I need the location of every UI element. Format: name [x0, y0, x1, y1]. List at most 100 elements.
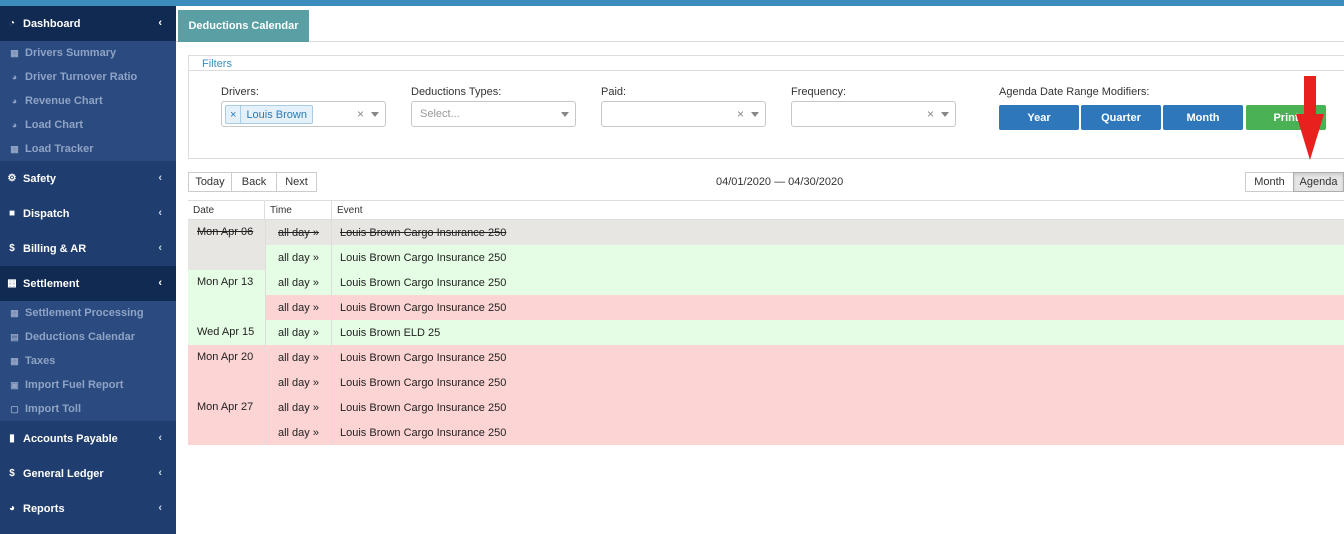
- sidebar-item-load-chart[interactable]: ◕ Load Chart: [0, 113, 176, 137]
- red-arrow-annotation: [1296, 76, 1324, 160]
- sidebar-item-label: Revenue Chart: [25, 95, 103, 107]
- agenda-row[interactable]: all day » Louis Brown Cargo Insurance 25…: [265, 270, 1344, 295]
- sidebar-item-label: General Ledger: [23, 467, 104, 480]
- sidebar-item-settlement-processing[interactable]: ▦ Settlement Processing: [0, 301, 176, 325]
- pie-chart-icon: ◕: [8, 503, 16, 514]
- pie-chart-icon: ◕: [11, 120, 18, 130]
- chevron-down-icon[interactable]: [751, 112, 759, 117]
- agenda-row[interactable]: all day » Louis Brown Cargo Insurance 25…: [265, 370, 1344, 395]
- chevron-down-icon[interactable]: [941, 112, 949, 117]
- chevron-left-icon: ‹: [158, 172, 162, 184]
- date-cell: Mon Apr 13: [188, 270, 265, 295]
- chevron-left-icon: ‹: [158, 277, 162, 289]
- date-range-label: 04/01/2020 — 04/30/2020: [716, 176, 844, 188]
- calculator-icon: ▦: [7, 278, 17, 289]
- event-time: all day »: [265, 245, 332, 270]
- agenda-view-button[interactable]: Agenda: [1293, 172, 1344, 192]
- sidebar-item-dashboard[interactable]: ◔ Dashboard ‹: [0, 6, 176, 41]
- chevron-left-icon: ‹: [158, 467, 162, 479]
- sidebar-item-taxes[interactable]: ▦ Taxes: [0, 349, 176, 373]
- sidebar-item-reports[interactable]: ◕ Reports ‹: [0, 491, 176, 526]
- chevron-left-icon: ‹: [158, 502, 162, 514]
- sidebar-item-label: Import Toll: [25, 403, 82, 415]
- event-time: all day »: [265, 395, 332, 420]
- chevron-down-icon[interactable]: [561, 112, 569, 117]
- sidebar-item-label: Deductions Calendar: [25, 331, 136, 343]
- sidebar-item-accounts-payable[interactable]: ▮ Accounts Payable ‹: [0, 421, 176, 456]
- month-button[interactable]: Month: [1163, 105, 1243, 130]
- sidebar-item-label: Taxes: [25, 355, 56, 367]
- frequency-select[interactable]: ×: [791, 101, 956, 127]
- calendar-icon: ▤: [10, 331, 19, 342]
- date-cell: Wed Apr 15: [188, 320, 265, 345]
- frequency-label: Frequency:: [791, 86, 847, 98]
- event-time: all day »: [265, 320, 332, 345]
- agenda-row[interactable]: all day » Louis Brown Cargo Insurance 25…: [265, 345, 1344, 370]
- sidebar-item-revenue-chart[interactable]: ◕ Revenue Chart: [0, 89, 176, 113]
- event-time: all day »: [265, 270, 332, 295]
- event-title: Louis Brown Cargo Insurance 250: [340, 301, 507, 314]
- back-button[interactable]: Back: [231, 172, 277, 192]
- clear-icon[interactable]: ×: [737, 107, 744, 121]
- event-time: all day »: [265, 345, 332, 370]
- sidebar-item-dispatch[interactable]: ■ Dispatch ‹: [0, 196, 176, 231]
- filters-panel: Filters Drivers: × Louis Brown × Deducti…: [188, 55, 1344, 159]
- sidebar-item-import-toll[interactable]: ▢ Import Toll: [0, 397, 176, 421]
- clear-icon[interactable]: ×: [927, 107, 934, 121]
- event-title: Louis Brown Cargo Insurance 250: [340, 251, 507, 264]
- month-view-button[interactable]: Month: [1245, 172, 1294, 192]
- table-icon: ▦: [10, 307, 19, 318]
- deduction-types-placeholder: Select...: [420, 108, 460, 120]
- sidebar-item-settlement[interactable]: ▦ Settlement ‹: [0, 266, 176, 301]
- agenda-row[interactable]: all day » Louis Brown Cargo Insurance 25…: [265, 395, 1344, 420]
- year-button[interactable]: Year: [999, 105, 1079, 130]
- agenda-row[interactable]: all day » Louis Brown Cargo Insurance 25…: [265, 420, 1344, 445]
- agenda-row[interactable]: all day » Louis Brown Cargo Insurance 25…: [265, 245, 1344, 270]
- sidebar-item-label: Billing & AR: [23, 242, 87, 255]
- table-icon: ▦: [10, 355, 19, 366]
- sidebar-item-label: Accounts Payable: [23, 432, 118, 445]
- agenda-table: Date Time Event Mon Apr 06 Mon Apr 13 We…: [188, 200, 1344, 445]
- driver-chip: × Louis Brown: [225, 105, 313, 124]
- event-title: Louis Brown Cargo Insurance 250: [340, 376, 507, 389]
- sidebar-item-drivers-summary[interactable]: ▦ Drivers Summary: [0, 41, 176, 65]
- sidebar-item-label: Load Chart: [25, 119, 84, 131]
- chevron-left-icon: ‹: [158, 17, 162, 29]
- event-title: Louis Brown Cargo Insurance 250: [340, 351, 507, 364]
- sidebar-item-label: Driver Turnover Ratio: [25, 71, 138, 83]
- chip-remove-icon[interactable]: ×: [226, 106, 242, 123]
- next-button[interactable]: Next: [276, 172, 317, 192]
- chevron-left-icon: ‹: [158, 242, 162, 254]
- pie-chart-icon: ◕: [11, 96, 18, 106]
- dollar-icon: $: [9, 243, 15, 254]
- sidebar-item-driver-turnover-ratio[interactable]: ◕ Driver Turnover Ratio: [0, 65, 176, 89]
- cogs-icon: ⚙: [7, 173, 17, 184]
- agenda-row[interactable]: all day » Louis Brown Cargo Insurance 25…: [265, 295, 1344, 320]
- pie-chart-icon: ◕: [11, 72, 18, 82]
- drivers-select[interactable]: × Louis Brown ×: [221, 101, 386, 127]
- sidebar-item-load-tracker[interactable]: ▦ Load Tracker: [0, 137, 176, 161]
- tab-deductions-calendar[interactable]: Deductions Calendar: [178, 10, 309, 42]
- date-cell: Mon Apr 27: [188, 395, 265, 445]
- chevron-down-icon[interactable]: [371, 112, 379, 117]
- event-title: Louis Brown Cargo Insurance 250: [340, 276, 507, 289]
- agenda-row[interactable]: all day » Louis Brown Cargo Insurance 25…: [265, 220, 1344, 245]
- quarter-button[interactable]: Quarter: [1081, 105, 1161, 130]
- sidebar-item-label: Dispatch: [23, 207, 70, 220]
- tab-strip: Deductions Calendar: [176, 6, 1344, 42]
- event-title: Louis Brown Cargo Insurance 250: [340, 426, 507, 439]
- filters-title[interactable]: Filters: [202, 58, 232, 70]
- sidebar-item-import-fuel-report[interactable]: ▣ Import Fuel Report: [0, 373, 176, 397]
- sidebar-item-deductions-calendar[interactable]: ▤ Deductions Calendar: [0, 325, 176, 349]
- header-time: Time: [265, 201, 332, 219]
- sidebar-item-billing-ar[interactable]: $ Billing & AR ‹: [0, 231, 176, 266]
- sidebar-item-general-ledger[interactable]: $ General Ledger ‹: [0, 456, 176, 491]
- date-cell: Mon Apr 06: [188, 220, 265, 270]
- clear-icon[interactable]: ×: [357, 107, 364, 121]
- today-button[interactable]: Today: [188, 172, 232, 192]
- sidebar: ◔ Dashboard ‹ ▦ Drivers Summary ◕ Driver Tur…: [0, 6, 176, 534]
- paid-select[interactable]: ×: [601, 101, 766, 127]
- sidebar-item-safety[interactable]: ⚙ Safety ‹: [0, 161, 176, 196]
- agenda-row[interactable]: all day » Louis Brown ELD 25: [265, 320, 1344, 345]
- deduction-types-select[interactable]: Select...: [411, 101, 576, 127]
